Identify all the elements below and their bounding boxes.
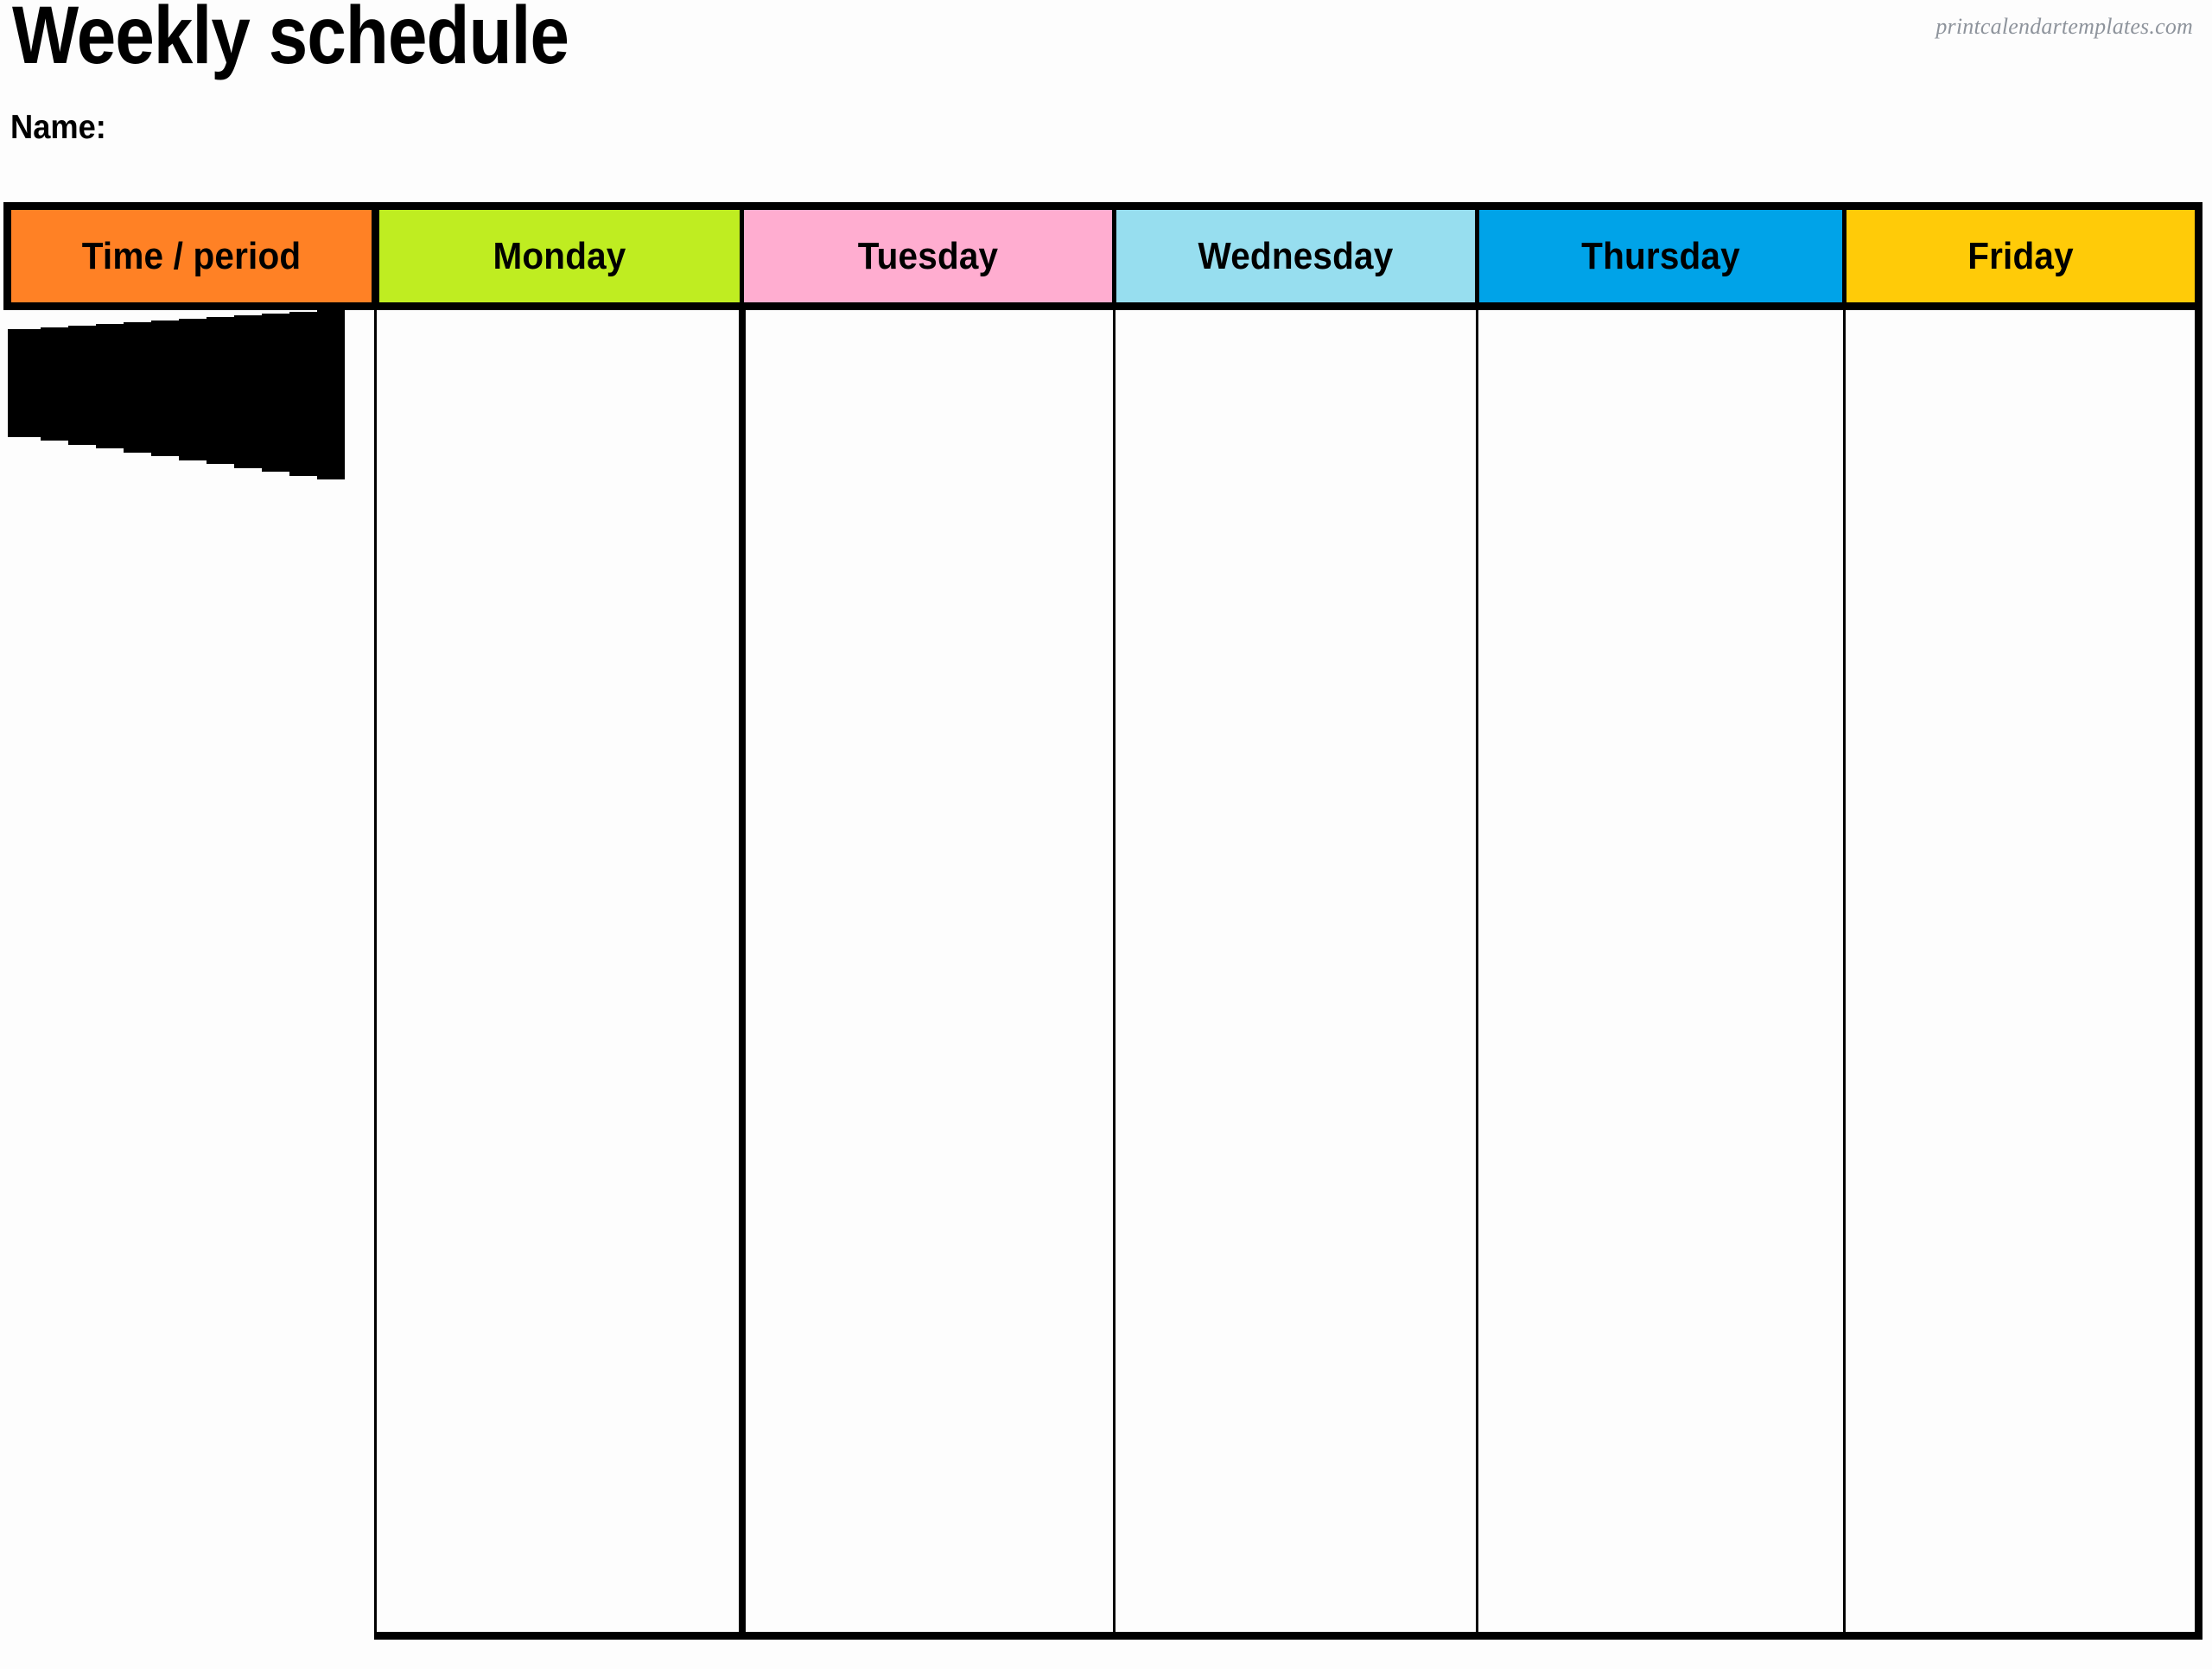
- schedule-header-row-group: Time / period Monday Tuesday Wednesday T…: [3, 202, 2202, 310]
- column-header-friday-label: Friday: [1967, 234, 2074, 277]
- column-header-monday: Monday: [373, 202, 744, 310]
- schedule-header-row: Time / period Monday Tuesday Wednesday T…: [3, 202, 2202, 310]
- schedule-cell-wednesday[interactable]: [1476, 304, 1846, 1640]
- schedule-cell-friday[interactable]: [334, 310, 345, 479]
- schedule-cell-friday[interactable]: [251, 315, 262, 468]
- table-row: [7, 327, 68, 441]
- column-header-tuesday-label: Tuesday: [857, 234, 999, 277]
- column-header-time-label: Time / period: [81, 234, 302, 277]
- schedule-cell-friday[interactable]: [278, 314, 289, 472]
- column-header-wednesday: Wednesday: [1112, 202, 1479, 310]
- schedule-cell-friday[interactable]: [29, 329, 41, 437]
- page-header: Weekly schedule Name: printcalendartempl…: [0, 0, 2212, 202]
- schedule-cell-time[interactable]: [7, 329, 22, 437]
- column-header-monday-label: Monday: [493, 234, 626, 277]
- weekly-schedule-table: Time / period Monday Tuesday Wednesday T…: [3, 202, 2202, 1640]
- schedule-cell-friday[interactable]: [85, 326, 96, 445]
- schedule-body: [7, 304, 2200, 1640]
- schedule-cell-friday[interactable]: [168, 320, 179, 456]
- schedule-cell-tuesday[interactable]: [1113, 304, 1478, 1640]
- schedule-cell-time[interactable]: [374, 304, 746, 1640]
- column-header-friday: Friday: [1842, 202, 2202, 310]
- column-header-wednesday-label: Wednesday: [1198, 234, 1394, 277]
- column-header-thursday: Thursday: [1475, 202, 1847, 310]
- table-row: [7, 310, 345, 479]
- table-row: [7, 326, 96, 445]
- schedule-cell-friday[interactable]: [306, 312, 317, 476]
- table-row: [7, 312, 317, 476]
- schedule-cell-friday[interactable]: [112, 324, 124, 448]
- table-row: [7, 322, 151, 453]
- schedule-cell-thursday[interactable]: [1843, 304, 2200, 1640]
- table-row: [7, 315, 262, 468]
- schedule-table-container: Time / period Monday Tuesday Wednesday T…: [3, 202, 2202, 1640]
- table-row: [7, 319, 207, 460]
- schedule-cell-monday[interactable]: [741, 304, 1116, 1640]
- table-row: [7, 304, 2200, 1640]
- watermark-source: printcalendartemplates.com: [1936, 14, 2193, 39]
- column-header-time: Time / period: [3, 202, 379, 310]
- schedule-cell-friday[interactable]: [57, 327, 68, 441]
- table-row: [7, 314, 289, 472]
- schedule-cell-friday[interactable]: [195, 319, 207, 460]
- column-header-thursday-label: Thursday: [1581, 234, 1740, 277]
- column-header-tuesday: Tuesday: [740, 202, 1116, 310]
- schedule-cell-friday[interactable]: [223, 317, 234, 464]
- page-title: Weekly schedule: [12, 0, 569, 81]
- table-row: [7, 317, 234, 464]
- schedule-cell-friday[interactable]: [140, 322, 151, 453]
- table-row: [7, 324, 124, 448]
- table-row: [7, 320, 179, 456]
- name-label: Name:: [10, 109, 106, 146]
- table-row: [7, 329, 41, 437]
